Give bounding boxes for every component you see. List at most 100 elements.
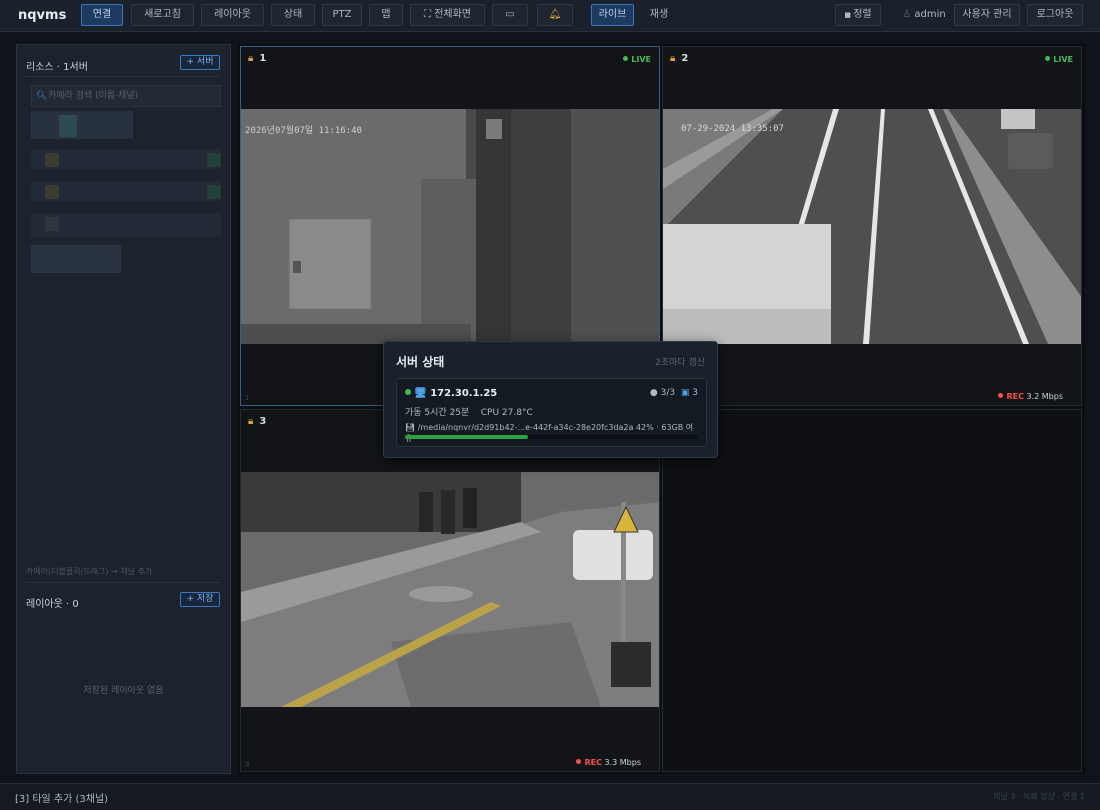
keyboard-icon: ▭	[505, 9, 515, 20]
tree-item[interactable]	[31, 111, 133, 139]
status-icon	[207, 153, 221, 167]
app-logo: nqvms	[18, 8, 67, 23]
refresh-interval: 2초마다 갱신	[655, 358, 705, 368]
top-toolbar: nqvms 연결 새로고침 레이아웃 상태 PTZ 맵 ⛶ 전체화면 ▭ 🔔︎ …	[0, 0, 1100, 32]
rec-dot-icon	[576, 759, 582, 764]
sort-label: 정렬	[853, 9, 872, 20]
save-layout-button[interactable]: + 저장	[180, 592, 220, 607]
camera-icon	[45, 153, 59, 167]
live-dot-icon	[1045, 56, 1051, 61]
playback-mode-button[interactable]: 재생	[640, 4, 678, 26]
camera-feed	[241, 472, 659, 707]
map-button[interactable]: 맵	[369, 4, 403, 26]
camera-icon	[45, 185, 59, 199]
channel-count: 3	[692, 388, 698, 398]
camera-dot-icon: ●	[649, 388, 658, 398]
user-menu[interactable]: ♙ admin	[895, 4, 953, 26]
disk-usage-fill	[405, 435, 529, 439]
live-dot-icon	[623, 56, 629, 61]
rec-label: REC	[584, 758, 602, 767]
status-button[interactable]: 상태	[271, 4, 315, 26]
camera-search-input[interactable]: 🔍︎ 카메라 검색 (이름·채널)	[31, 85, 221, 107]
resources-title: 리소스 · 1서버	[26, 62, 88, 73]
server-card[interactable]: 🖥︎ 172.30.1.25 ● 3/3 ▣ 3 가동 5시간 25분 CPU …	[396, 378, 707, 447]
layout-button[interactable]: 레이아웃	[201, 4, 264, 26]
tree-item-icon	[59, 115, 77, 137]
camera-icon	[45, 217, 59, 231]
osd-timestamp: 07-29-2024 13:35:07	[681, 124, 784, 134]
logout-button[interactable]: 로그아웃	[1027, 4, 1083, 26]
live-badge: LIVE	[1045, 55, 1073, 64]
camera-stats: ● 3/3 ▣ 3	[650, 388, 698, 398]
uptime: 가동 5시간 25분	[405, 408, 470, 418]
channel-icon: ▣	[680, 388, 690, 398]
tile-label: 2	[681, 53, 689, 64]
rec-label: REC	[1006, 392, 1024, 401]
status-bar: [3] 타일 추가 (3채널) 채널 3 · 녹화 정상 · 연결 1	[0, 783, 1100, 810]
fullscreen-label: 전체화면	[434, 9, 471, 20]
tile-index: 3	[245, 760, 250, 768]
add-server-button[interactable]: + 서버	[180, 55, 220, 70]
video-tile-3[interactable]: 🔒︎ 3 3 REC 3.3 Mbps	[240, 409, 660, 772]
video-tile-empty[interactable]	[662, 409, 1082, 772]
tile-title: 🔒︎ 3	[248, 416, 266, 427]
layout-empty-message: 저장된 레이아웃 없음	[83, 686, 164, 696]
online-dot-icon	[405, 389, 411, 395]
disk-usage-bar	[405, 435, 698, 439]
video-tile-2[interactable]: 🔒︎ 2 LIVE 07-29-2024 13:35:07 REC 3.2 Mbp…	[662, 46, 1082, 406]
osd-timestamp: 2026년07월07일 11:16:40	[245, 124, 362, 136]
tree-item[interactable]	[31, 149, 221, 169]
status-icon	[207, 185, 221, 199]
user-icon: ♙	[902, 9, 915, 20]
user-name: admin	[914, 9, 946, 20]
recording-badge: REC 3.3 Mbps	[576, 758, 641, 767]
tree-item[interactable]	[31, 181, 221, 201]
layout-title: 레이아웃 · 0	[26, 599, 79, 610]
sort-button[interactable]: ■ 정렬	[835, 4, 881, 26]
tile-title: 🔒︎ 2	[670, 53, 688, 64]
live-label: LIVE	[1053, 55, 1073, 64]
server-icon: 🖥︎	[414, 388, 431, 399]
lock-icon: 🔒︎	[670, 53, 676, 64]
server-ip: 🖥︎ 172.30.1.25	[405, 388, 497, 399]
tree-item[interactable]	[31, 245, 121, 273]
disk-row: 💾︎ /media/nqnvr/d2d91b42-...e-442f-a34c-…	[405, 422, 700, 444]
camera-feed-image: 2026년07월07일 11:16:40	[241, 109, 659, 344]
connect-button[interactable]: 연결	[81, 4, 123, 26]
lock-icon: 🔒︎	[248, 53, 254, 64]
uptime-row: 가동 5시간 25분 CPU 27.8°C	[405, 405, 533, 418]
status-right: 채널 3 · 녹화 정상 · 연결 1	[993, 792, 1085, 801]
popup-title: 서버 상태	[396, 355, 445, 369]
server-ip-label: 172.30.1.25	[430, 388, 498, 399]
disk-icon: 💾︎	[405, 423, 418, 432]
camera-feed-image	[241, 472, 659, 707]
ptz-button[interactable]: PTZ	[322, 4, 362, 26]
fullscreen-button[interactable]: ⛶ 전체화면	[410, 4, 485, 26]
sidebar-hint: 카메라(더블클릭/드래그) → 채널 추가	[26, 567, 153, 576]
divider	[26, 582, 221, 583]
live-label: LIVE	[631, 55, 651, 64]
cameras-online: 3/3	[660, 388, 676, 398]
live-mode-button[interactable]: 라이브	[591, 4, 634, 26]
tree-item[interactable]	[31, 213, 221, 237]
disk-used: 42%	[635, 423, 654, 432]
search-icon: 🔍︎	[36, 91, 48, 101]
camera-feed: 2026년07월07일 11:16:40	[241, 109, 659, 344]
tile-label: 3	[259, 416, 267, 427]
keyboard-button[interactable]: ▭	[492, 4, 528, 26]
bitrate: 3.3 Mbps	[604, 758, 642, 767]
refresh-button[interactable]: 새로고침	[131, 4, 194, 26]
user-admin-button[interactable]: 사용자 관리	[954, 4, 1020, 26]
camera-feed-image: 07-29-2024 13:35:07	[663, 109, 1081, 344]
cpu-temp: CPU 27.8°C	[480, 408, 533, 418]
server-status-popup: 서버 상태 2초마다 갱신 🖥︎ 172.30.1.25 ● 3/3 ▣ 3 가…	[383, 341, 718, 458]
tile-index: 1	[245, 394, 250, 402]
search-placeholder: 카메라 검색 (이름·채널)	[48, 91, 139, 101]
status-message: [3] 타일 추가 (3채널)	[15, 794, 109, 805]
camera-feed: 07-29-2024 13:35:07	[663, 109, 1081, 344]
fullscreen-icon: ⛶	[424, 9, 435, 20]
divider	[26, 76, 221, 77]
sort-icon: ■	[844, 11, 854, 19]
alarm-button[interactable]: 🔔︎	[537, 4, 573, 26]
bitrate: 3.2 Mbps	[1026, 392, 1064, 401]
